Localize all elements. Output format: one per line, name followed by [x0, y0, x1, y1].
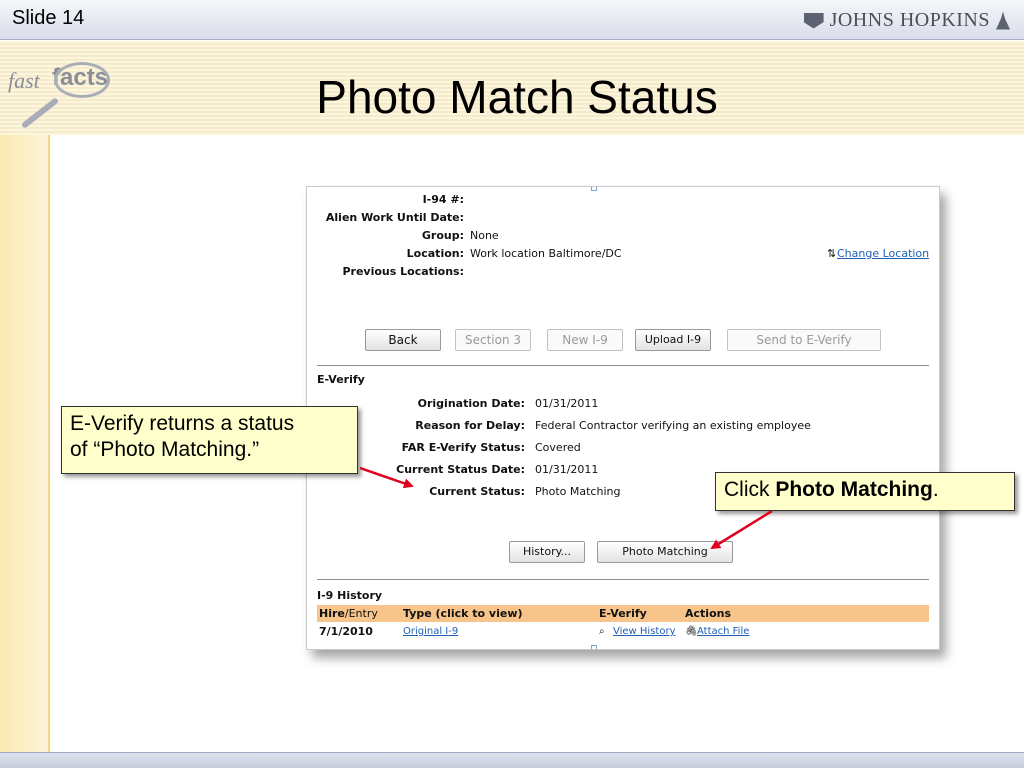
history-col-everify: E-Verify	[599, 607, 647, 620]
alien-work-until-label: Alien Work Until Date:	[325, 211, 464, 224]
history-button[interactable]: History...	[509, 541, 585, 563]
send-to-everify-button[interactable]: Send to E-Verify	[727, 329, 881, 351]
previous-locations-label: Previous Locations:	[342, 265, 464, 278]
change-location-icon: ⇅	[827, 247, 837, 260]
location-label: Location:	[406, 247, 464, 260]
history-divider	[317, 579, 929, 580]
left-callout-line2: of “Photo Matching.”	[70, 438, 260, 461]
everify-section-title: E-Verify	[317, 373, 365, 386]
new-i9-button[interactable]: New I-9	[547, 329, 623, 351]
slide-number: Slide 14	[12, 7, 85, 29]
right-callout: Click Photo Matching.	[715, 472, 1015, 511]
right-callout-suffix: .	[932, 478, 939, 501]
current-status-date-label: Current Status Date:	[396, 463, 525, 476]
logo-text: JOHNS HOPKINS	[829, 9, 990, 31]
origination-date-value: 01/31/2011	[535, 397, 599, 410]
far-everify-status-label: FAR E-Verify Status:	[401, 441, 525, 454]
change-location-link[interactable]: Change Location	[837, 247, 929, 260]
attach-file-link[interactable]: Attach File	[697, 626, 749, 637]
marker-icon	[591, 645, 597, 649]
current-status-label: Current Status:	[429, 485, 525, 498]
left-callout-line1: E-Verify returns a status	[70, 412, 295, 435]
view-history-link[interactable]: View History	[613, 626, 676, 637]
section3-button[interactable]: Section 3	[455, 329, 531, 351]
slide-footer-bar	[0, 752, 1024, 768]
slide-title: Photo Match Status	[316, 71, 718, 123]
history-col-hire-rest: /Entry	[344, 607, 378, 620]
history-col-hire-bold: Hire	[319, 607, 345, 620]
history-col-hire: Hire/Entry	[319, 607, 378, 620]
group-label: Group:	[421, 229, 464, 242]
current-status-value: Photo Matching	[535, 485, 621, 498]
far-everify-status-value: Covered	[535, 441, 581, 454]
reason-for-delay-label: Reason for Delay:	[415, 419, 525, 432]
application-screenshot: I-94 #: Alien Work Until Date: Group: No…	[306, 186, 940, 650]
left-accent-bar	[0, 135, 50, 752]
johns-hopkins-logo: JOHNS HOPKINS	[803, 9, 1010, 32]
magnifier-small-icon: ⌕	[599, 626, 605, 637]
origination-date-label: Origination Date:	[417, 397, 525, 410]
slide-header-bar: Slide 14 JOHNS HOPKINS	[0, 0, 1024, 40]
right-callout-prefix: Click	[724, 478, 776, 501]
reason-for-delay-value: Federal Contractor verifying an existing…	[535, 419, 811, 432]
history-row-date: 7/1/2010	[319, 625, 373, 638]
dome-icon	[996, 11, 1010, 30]
shield-icon	[803, 12, 824, 29]
photo-matching-button[interactable]: Photo Matching	[597, 541, 733, 563]
i94-label: I-94 #:	[422, 193, 464, 206]
upload-i9-button[interactable]: Upload I-9	[635, 329, 711, 351]
history-col-type: Type (click to view)	[403, 607, 523, 620]
back-button[interactable]: Back	[365, 329, 441, 351]
section-divider	[317, 365, 929, 366]
original-i9-link[interactable]: Original I-9	[403, 626, 458, 637]
history-section-title: I-9 History	[317, 589, 383, 602]
group-value: None	[470, 229, 499, 242]
marker-icon	[591, 187, 597, 191]
history-col-actions: Actions	[685, 607, 731, 620]
left-callout: E-Verify returns a status of “Photo Matc…	[61, 406, 358, 474]
current-status-date-value: 01/31/2011	[535, 463, 599, 476]
location-value: Work location Baltimore/DC	[470, 247, 622, 260]
right-callout-bold: Photo Matching	[775, 478, 933, 501]
paperclip-icon: 🖇	[685, 626, 698, 637]
